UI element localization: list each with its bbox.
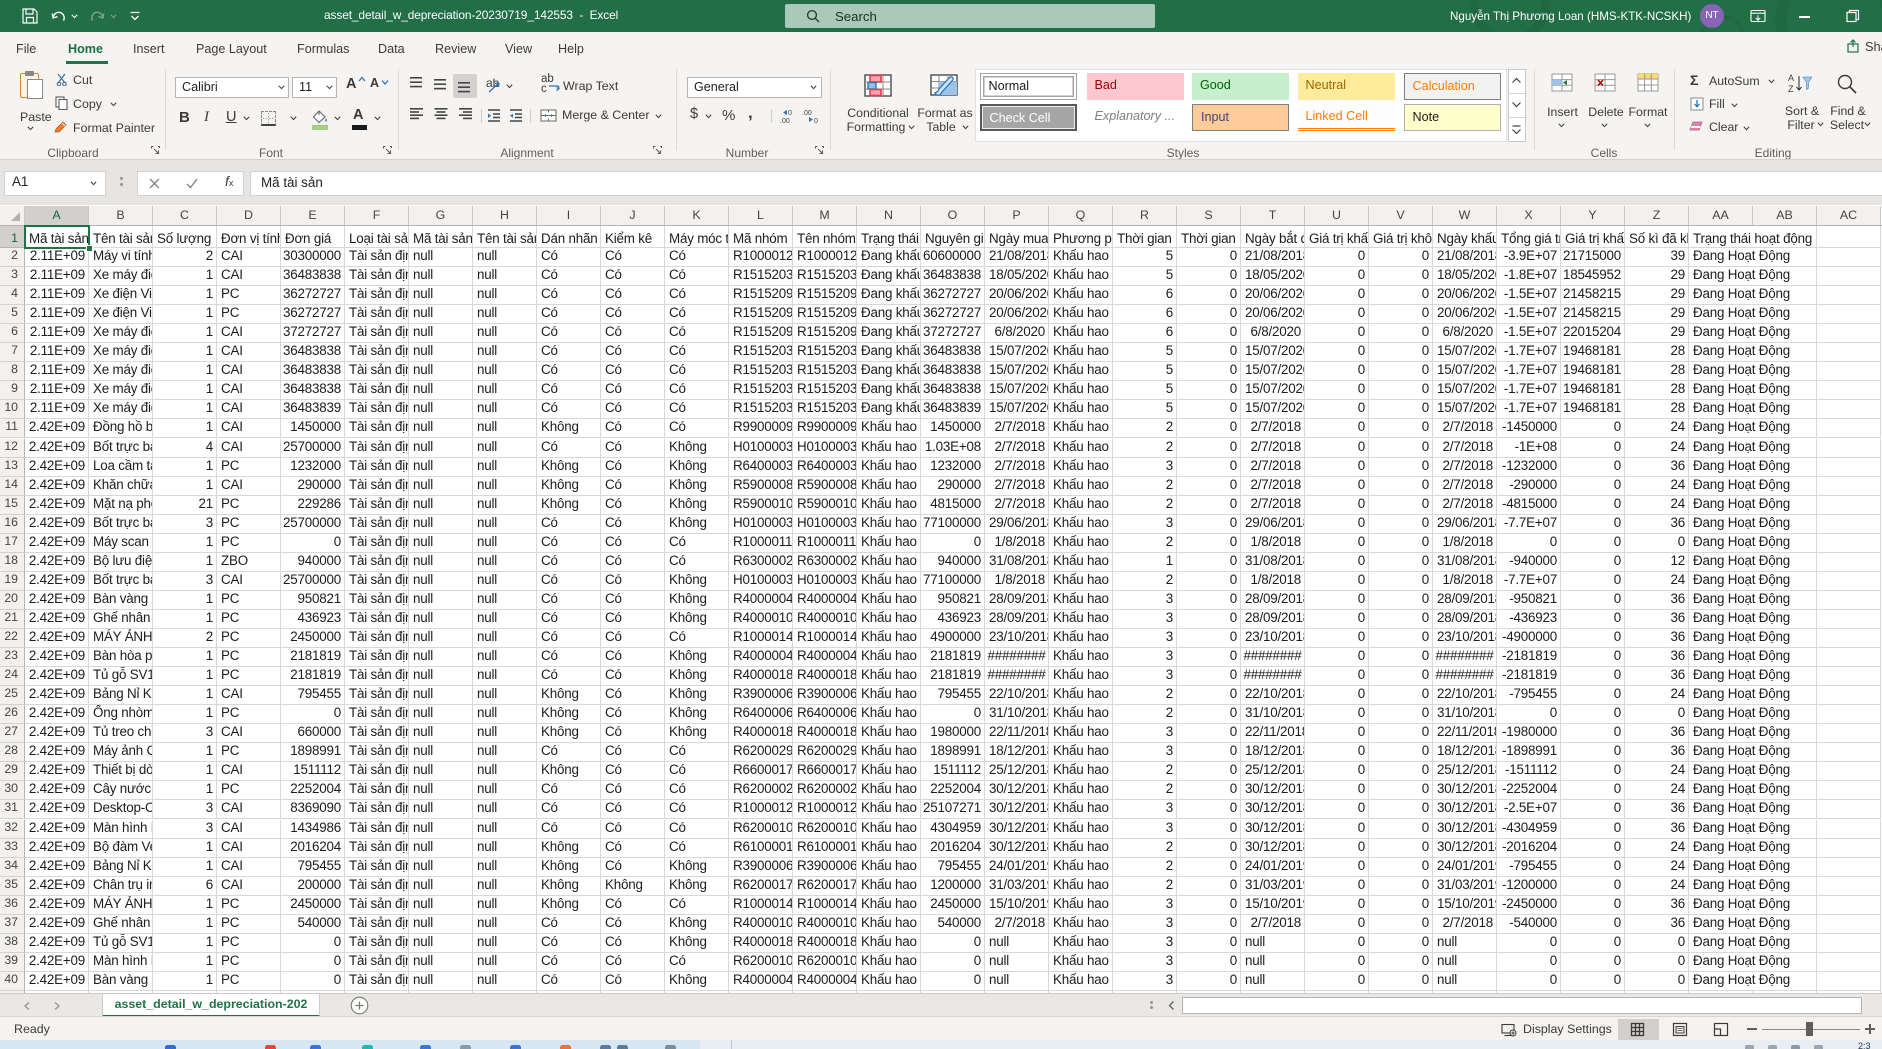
svg-text:0: 0 [814, 118, 818, 124]
svg-text:.00: .00 [802, 110, 812, 117]
svg-text:A: A [1788, 73, 1794, 83]
svg-text:.00: .00 [780, 118, 790, 124]
svg-text:Z: Z [1788, 84, 1794, 94]
svg-text:0: 0 [788, 110, 792, 117]
